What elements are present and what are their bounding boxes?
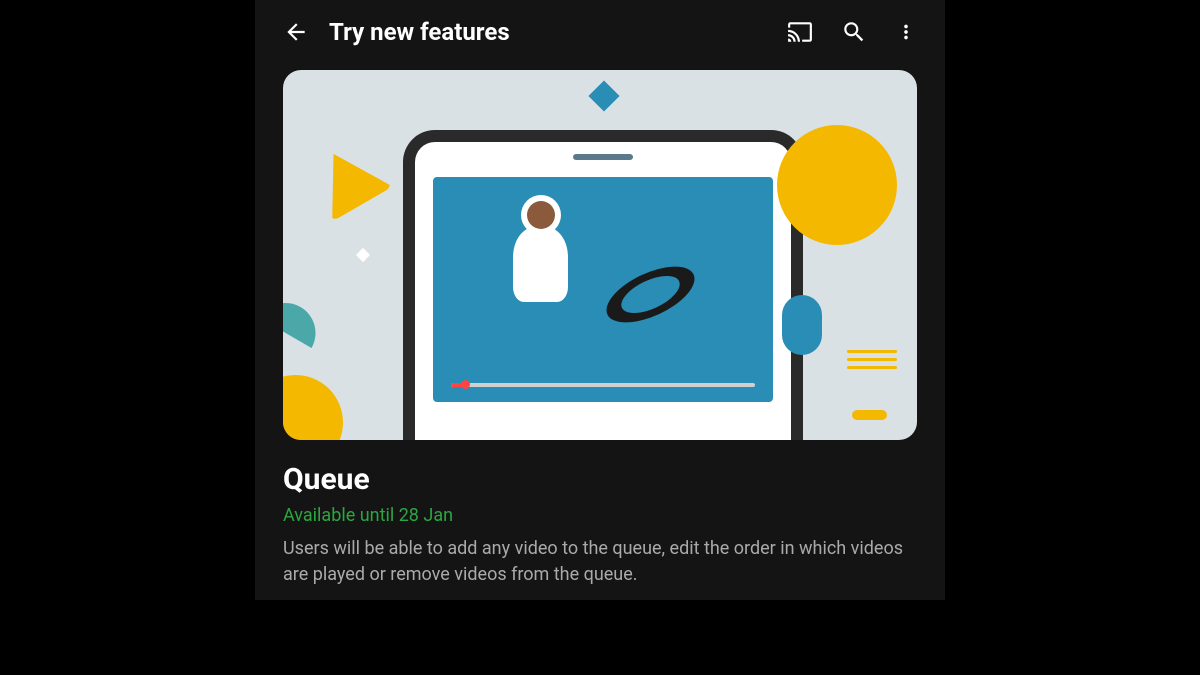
circle-shape (777, 125, 897, 245)
video-frame (433, 177, 773, 402)
pill-shape (782, 295, 822, 355)
half-circle-shape (283, 292, 326, 348)
feature-panel: Try new features (255, 0, 945, 600)
cast-icon (787, 19, 813, 45)
cast-button[interactable] (787, 19, 813, 45)
video-progress-bar (451, 383, 755, 387)
header: Try new features (283, 18, 917, 46)
arrow-left-icon (283, 19, 309, 45)
sparkle-icon (356, 248, 370, 262)
search-button[interactable] (841, 19, 867, 45)
more-vert-icon (895, 19, 917, 45)
dash-shape (852, 410, 887, 420)
phone-speaker (573, 154, 633, 160)
feature-content: Queue Available until 28 Jan Users will … (283, 440, 917, 588)
feature-card[interactable]: Queue Available until 28 Jan Users will … (283, 70, 917, 588)
triangle-shape (303, 136, 393, 221)
feature-title: Queue (283, 462, 917, 497)
feature-availability: Available until 28 Jan (283, 505, 917, 526)
more-button[interactable] (895, 19, 917, 45)
waves-shape (847, 350, 897, 374)
yarn-ball-shape (283, 375, 343, 440)
feature-description: Users will be able to add any video to t… (283, 536, 917, 588)
feature-illustration (283, 70, 917, 440)
back-button[interactable] (283, 19, 309, 45)
astronaut-illustration (513, 227, 568, 302)
diamond-shape (588, 80, 619, 111)
header-actions (787, 19, 917, 45)
page-title: Try new features (329, 18, 767, 46)
search-icon (841, 19, 867, 45)
satellite-illustration (598, 255, 702, 334)
phone-mockup (403, 130, 803, 440)
